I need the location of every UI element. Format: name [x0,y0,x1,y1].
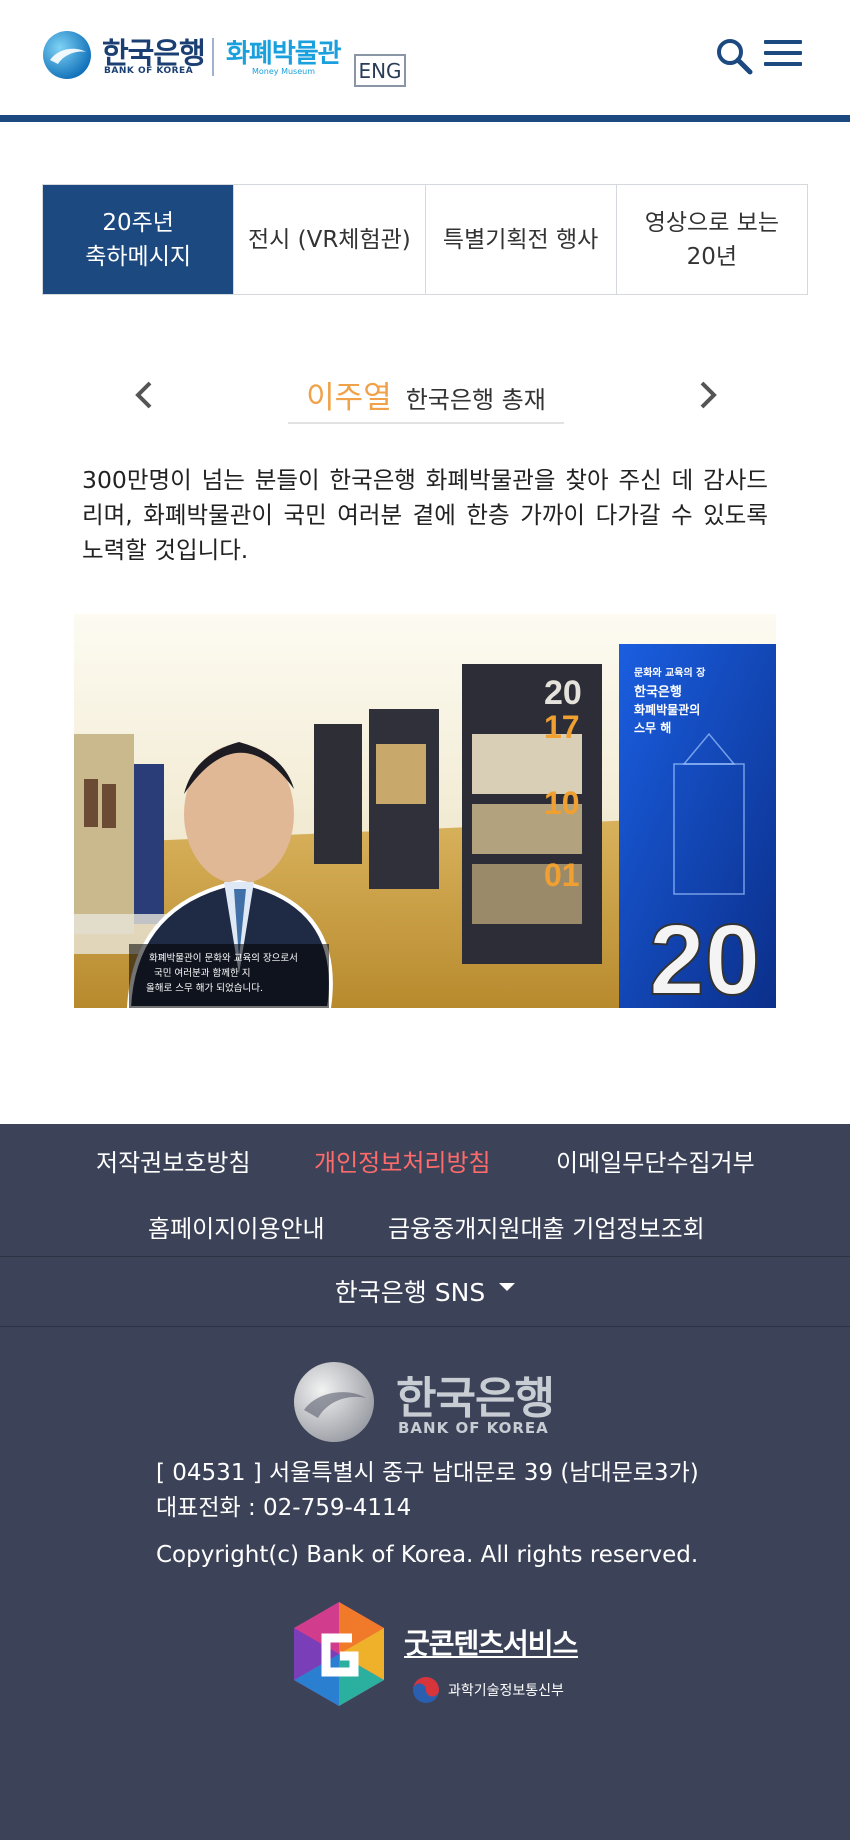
footer-address-block: [ 04531 ] 서울특별시 중구 남대문로 39 (남대문로3가) 대표전화… [156,1456,699,1526]
copyright-policy-link[interactable]: 저작권보호방침 [96,1143,251,1178]
footer-logo-korean-text: 한국은행 [396,1373,555,1424]
svg-text:01: 01 [544,857,580,893]
caret-down-icon [499,1283,516,1291]
bank-of-korea-logo-icon[interactable] [42,30,92,80]
privacy-policy-link[interactable]: 개인정보처리방침 [314,1143,491,1178]
footer-copyright: Copyright(c) Bank of Korea. All rights r… [156,1542,699,1568]
ministry-name: 과학기술정보통신부 [448,1683,564,1699]
taegeuk-emblem-icon [413,1677,439,1703]
tab-exhibition-vr[interactable]: 전시 (VR체험관) [234,185,426,294]
good-content-logo-icon[interactable] [292,1600,386,1708]
footer-phone: 대표전화 : 02-759-4114 [156,1495,412,1521]
chevron-right-icon[interactable] [694,378,722,412]
section-tabs: 20주년 축하메시지 전시 (VR체험관) 특별기획전 행사 영상으로 보는 2… [42,184,808,295]
footer-address: [ 04531 ] 서울특별시 중구 남대문로 39 (남대문로3가) [156,1460,699,1486]
chevron-left-icon[interactable] [130,378,158,412]
logo-divider [212,38,214,76]
svg-text:20: 20 [649,904,760,1008]
english-language-button[interactable]: ENG [354,54,406,87]
svg-text:10: 10 [544,785,580,821]
sns-dropdown[interactable]: 한국은행 SNS [0,1258,850,1324]
homepage-usage-guide-link[interactable]: 홈페이지이용안내 [148,1209,325,1244]
svg-text:화폐박물관이 문화와 교육의 장으로서: 화폐박물관이 문화와 교육의 장으로서 [149,952,298,964]
svg-text:문화와 교육의 장: 문화와 교육의 장 [634,666,706,679]
site-footer: 저작권보호방침 개인정보처리방침 이메일무단수집거부 홈페이지이용안내 금융중개… [0,1124,850,1840]
exhibition-hall-image: 20 17 10 01 문화와 교육의 장 한국은행 화폐박물관의 스무 해 2… [74,614,776,1008]
logo-english-text: BANK OF KOREA [104,66,194,76]
message-video-thumbnail[interactable]: 20 17 10 01 문화와 교육의 장 한국은행 화폐박물관의 스무 해 2… [74,614,776,1008]
menu-bar [764,51,802,55]
svg-text:스무 해: 스무 해 [634,721,671,735]
good-content-underline [404,1656,578,1658]
svg-text:올해로 스무 해가 되었습니다.: 올해로 스무 해가 되었습니다. [146,982,263,994]
site-header: 한국은행 BANK OF KOREA 화폐박물관 Money Museum EN… [0,0,850,122]
loan-company-info-link[interactable]: 금융중개지원대출 기업정보조회 [388,1209,705,1244]
congratulatory-message: 300만명이 넘는 분들이 한국은행 화폐박물관을 찾아 주신 데 감사드리며,… [82,466,768,564]
svg-text:국민 여러분과 함께한 지: 국민 여러분과 함께한 지 [154,967,250,979]
footer-logo-english-text: BANK OF KOREA [398,1419,549,1437]
svg-text:화폐박물관의: 화폐박물관의 [634,702,700,717]
svg-text:17: 17 [544,709,580,745]
hamburger-menu-icon[interactable] [764,40,802,72]
bank-of-korea-footer-logo-icon [294,1362,374,1442]
footer-divider [0,1326,850,1327]
menu-bar [764,62,802,66]
museum-subtitle: Money Museum [252,67,315,76]
tab-video-20-years[interactable]: 영상으로 보는 20년 [617,185,807,294]
tab-special-exhibition[interactable]: 특별기획전 행사 [426,185,617,294]
menu-bar [764,40,802,44]
footer-divider [0,1256,850,1257]
search-icon[interactable] [714,36,754,76]
speaker-title: 한국은행 총재 [405,386,546,414]
footer-policy-links: 저작권보호방침 개인정보처리방침 이메일무단수집거부 홈페이지이용안내 금융중개… [0,1124,850,1256]
svg-text:20: 20 [544,674,582,712]
museum-title[interactable]: 화폐박물관 [226,33,342,70]
email-collection-refusal-link[interactable]: 이메일무단수집거부 [556,1143,755,1178]
speaker-name: 이주열 [306,380,392,416]
speaker-heading: 이주열 한국은행 총재 [288,372,564,424]
tab-anniversary-message[interactable]: 20주년 축하메시지 [43,185,235,294]
sns-label: 한국은행 SNS [334,1278,486,1307]
svg-text:한국은행: 한국은행 [634,684,682,700]
